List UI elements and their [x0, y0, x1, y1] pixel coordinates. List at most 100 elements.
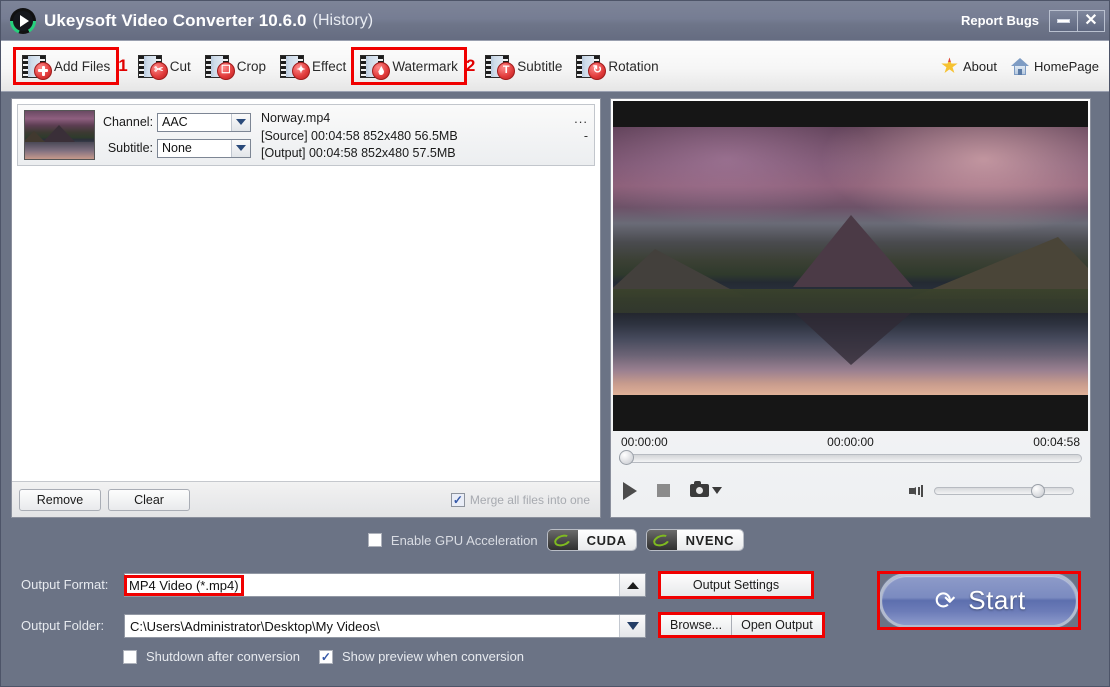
add-files-icon [22, 54, 52, 80]
app-logo-icon [10, 7, 36, 34]
start-button[interactable]: ⟳ Start [879, 573, 1079, 628]
effect-icon: ✦ [280, 54, 311, 80]
shutdown-label: Shutdown after conversion [146, 649, 300, 664]
volume-control [909, 483, 1078, 498]
seek-bar[interactable] [613, 450, 1088, 466]
step-marker-2: 2 [465, 56, 476, 75]
toolbar-right-links: About HomePage [941, 57, 1109, 75]
toolbar-item-watermark[interactable]: Watermark [351, 47, 467, 85]
seek-thumb[interactable] [619, 450, 634, 465]
time-current: 00:00:00 [621, 435, 668, 449]
output-folder-dropdown-button[interactable] [619, 615, 645, 637]
file-name: Norway.mp4 [261, 110, 331, 125]
homepage-link[interactable]: HomePage [1010, 57, 1099, 75]
open-output-button[interactable]: Open Output [731, 614, 823, 636]
subtitle-select[interactable]: None [157, 138, 251, 158]
chevron-up-icon [626, 581, 639, 589]
file-list: Channel: AAC Subtitle: None Norway.mp4 .… [12, 99, 600, 481]
output-format-row: Output Format: [21, 577, 108, 592]
chevron-down-icon [626, 622, 639, 630]
nvenc-chip[interactable]: NVENC [645, 529, 745, 551]
subtitle-dropdown-button[interactable] [231, 139, 250, 157]
clear-button[interactable]: Clear [108, 488, 190, 511]
file-name-row: Norway.mp4 ... [261, 111, 588, 126]
channel-select[interactable]: AAC [157, 112, 251, 132]
output-format-select[interactable]: MP4 Video (*.mp4) [124, 573, 646, 597]
stop-button[interactable] [657, 484, 670, 497]
toolbar-label-watermark: Watermark [392, 58, 458, 74]
shutdown-checkbox[interactable] [123, 649, 137, 664]
nvidia-icon [547, 530, 578, 550]
output-settings-button[interactable]: Output Settings [658, 571, 814, 599]
check-icon: ✓ [320, 649, 331, 664]
seek-track[interactable] [619, 453, 1082, 463]
speaker-icon[interactable] [909, 484, 927, 498]
browse-button[interactable]: Browse... [660, 614, 732, 636]
title-history-suffix: (History) [312, 11, 374, 29]
subtitle-icon: T [485, 54, 516, 80]
file-combo-column: Channel: AAC Subtitle: None [103, 112, 251, 158]
merge-files-option: ✓ Merge all files into one [450, 492, 593, 507]
subtitle-row: Subtitle: None [103, 138, 251, 158]
toolbar-item-cut[interactable]: ✂ Cut [131, 49, 198, 83]
output-format-dropdown-button[interactable] [619, 574, 645, 596]
report-bugs-link[interactable]: Report Bugs [961, 13, 1039, 28]
output-folder-row: Output Folder: [21, 618, 104, 633]
toolbar-item-add-files[interactable]: Add Files [12, 47, 120, 85]
toolbar-label-rotation: Rotation [608, 58, 659, 74]
file-list-item[interactable]: Channel: AAC Subtitle: None Norway.mp4 .… [17, 104, 595, 166]
star-icon [941, 57, 958, 73]
close-icon: ✕ [1084, 11, 1098, 29]
remove-button[interactable]: Remove [19, 488, 101, 511]
file-metadata: Norway.mp4 ... [Source] 00:04:58 852x480… [259, 111, 588, 160]
toolbar-label-crop: Crop [236, 58, 267, 74]
volume-slider-thumb[interactable] [1031, 483, 1045, 498]
show-preview-checkbox[interactable]: ✓ [318, 649, 333, 664]
enable-gpu-checkbox[interactable] [367, 533, 382, 547]
minimize-icon [1057, 18, 1070, 23]
play-button[interactable] [623, 481, 637, 500]
output-format-label: Output Format: [21, 577, 109, 592]
title-bar: Ukeysoft Video Converter 10.6.0 (History… [1, 1, 1109, 41]
output-folder-input[interactable]: C:\Users\Administrator\Desktop\My Videos… [124, 614, 646, 638]
snapshot-button[interactable] [690, 481, 722, 497]
chevron-down-icon [236, 119, 246, 125]
preview-panel: 00:00:00 00:00:00 00:04:58 [610, 98, 1091, 518]
time-total: 00:04:58 [1033, 435, 1080, 449]
main-content: Channel: AAC Subtitle: None Norway.mp4 .… [1, 92, 1109, 524]
player-controls [613, 466, 1088, 515]
start-button-label: Start [968, 585, 1026, 615]
nvidia-icon [646, 530, 677, 550]
toolbar-item-rotation[interactable]: ↻ Rotation [569, 49, 665, 83]
file-list-panel: Channel: AAC Subtitle: None Norway.mp4 .… [11, 98, 601, 518]
volume-slider[interactable] [934, 483, 1074, 498]
cut-icon: ✂ [137, 54, 168, 80]
minimize-button[interactable] [1049, 9, 1077, 32]
output-folder-value: C:\Users\Administrator\Desktop\My Videos… [130, 618, 380, 634]
browse-buttons-group: Browse... Open Output [658, 612, 825, 638]
app-title: Ukeysoft Video Converter 10.6.0 [44, 10, 307, 30]
close-button[interactable]: ✕ [1077, 9, 1105, 32]
toolbar-item-crop[interactable]: ☐ Crop [198, 49, 273, 83]
file-source-info: [Source] 00:04:58 852x480 56.5MB [261, 128, 458, 143]
channel-value: AAC [162, 115, 188, 129]
video-preview[interactable] [613, 101, 1088, 431]
toolbar-item-subtitle[interactable]: T Subtitle [478, 49, 569, 83]
cuda-chip[interactable]: CUDA [546, 529, 637, 551]
file-more-button[interactable]: ... [574, 111, 588, 126]
about-link[interactable]: About [941, 57, 997, 75]
merge-files-checkbox[interactable]: ✓ [450, 492, 465, 507]
file-source-row: [Source] 00:04:58 852x480 56.5MB - [261, 129, 588, 143]
file-output-info: [Output] 00:04:58 852x480 57.5MB [261, 145, 456, 160]
homepage-label: HomePage [1033, 58, 1099, 74]
file-output-row: [Output] 00:04:58 852x480 57.5MB [261, 146, 588, 160]
time-middle: 00:00:00 [827, 435, 874, 449]
app-window: Ukeysoft Video Converter 10.6.0 (History… [0, 0, 1110, 687]
title-bar-right: Report Bugs ✕ [961, 9, 1109, 32]
channel-dropdown-button[interactable] [231, 113, 250, 131]
toolbar-label-cut: Cut [169, 58, 191, 74]
main-toolbar: Add Files 1 ✂ Cut ☐ Crop ✦ Effect Waterm… [1, 41, 1109, 92]
toolbar-item-effect[interactable]: ✦ Effect [273, 49, 353, 83]
toolbar-label-effect: Effect [312, 58, 347, 74]
refresh-icon: ⟳ [934, 586, 956, 615]
